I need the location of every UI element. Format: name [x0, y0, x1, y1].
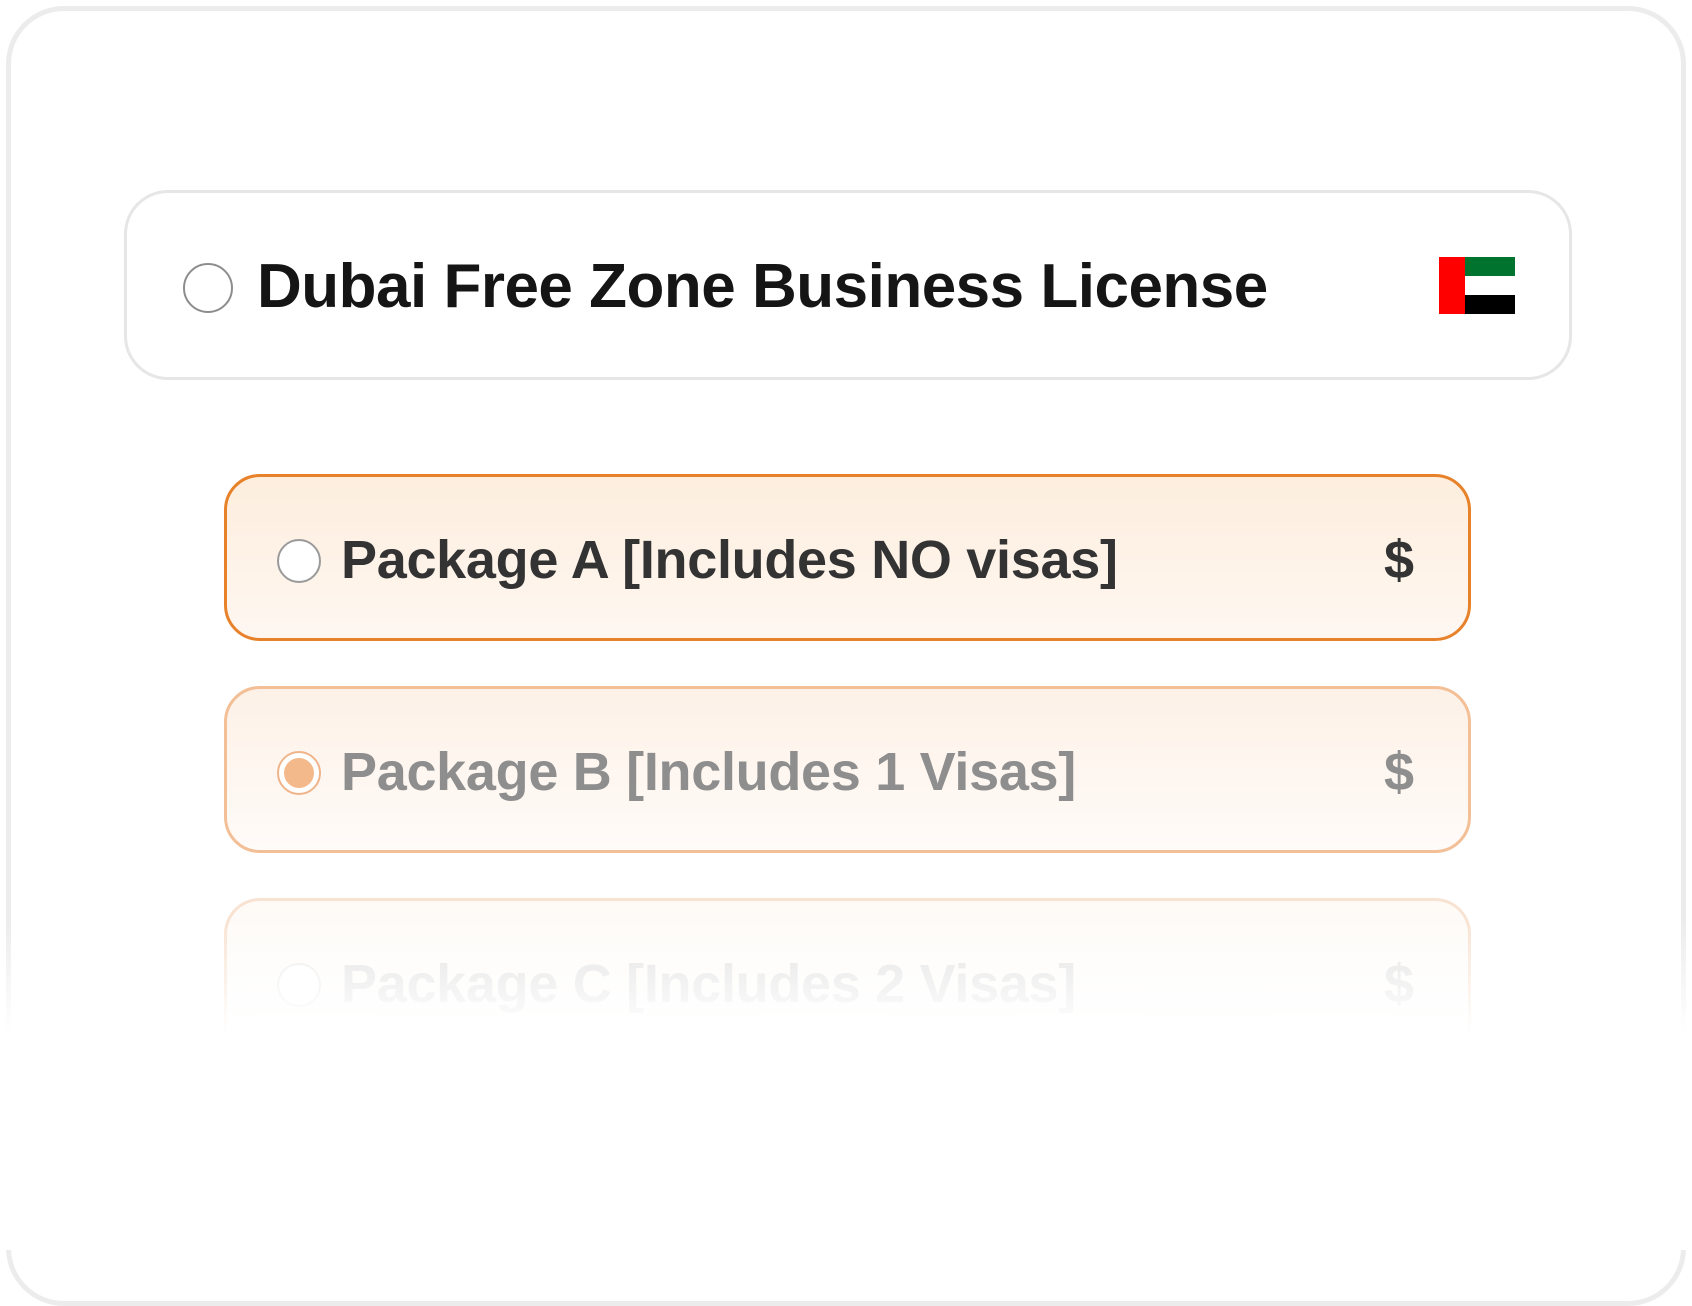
package-option-a[interactable]: Package A [Includes NO visas] $	[224, 474, 1471, 641]
radio-selected-dot	[284, 758, 314, 788]
package-a-price: $	[1383, 530, 1414, 590]
package-b-radio-button[interactable]	[277, 751, 321, 795]
uae-flag-icon	[1439, 257, 1515, 314]
flag-black-stripe	[1465, 295, 1515, 314]
package-a-label: Package A [Includes NO visas]	[341, 530, 1118, 590]
license-title: Dubai Free Zone Business License	[257, 252, 1268, 321]
bottom-blank-area	[0, 1060, 1692, 1250]
package-option-c[interactable]: Package C [Includes 2 Visas] $	[224, 898, 1471, 1065]
package-c-label: Package C [Includes 2 Visas]	[341, 954, 1076, 1014]
flag-red-stripe	[1439, 257, 1465, 314]
package-b-price: $	[1383, 742, 1414, 802]
package-option-b[interactable]: Package B [Includes 1 Visas] $	[224, 686, 1471, 853]
flag-white-stripe	[1465, 276, 1515, 295]
package-b-label: Package B [Includes 1 Visas]	[341, 742, 1076, 802]
flag-green-stripe	[1465, 257, 1515, 276]
package-c-radio-button[interactable]	[277, 963, 321, 1007]
package-c-price: $	[1383, 954, 1414, 1014]
license-radio-button[interactable]	[183, 263, 233, 313]
package-a-radio-button[interactable]	[277, 539, 321, 583]
license-option[interactable]: Dubai Free Zone Business License	[124, 190, 1572, 380]
